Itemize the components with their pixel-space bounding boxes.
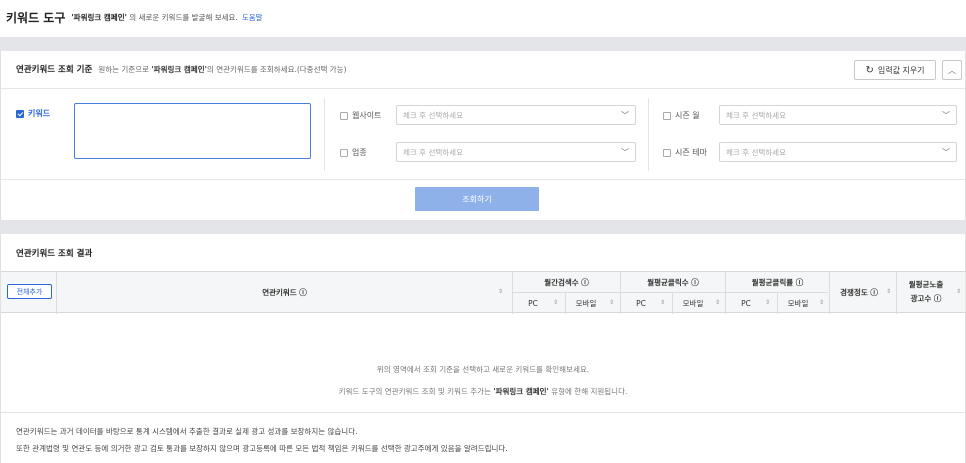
season-month-checkbox[interactable]: 시즌 월 — [663, 110, 700, 121]
sort-icon[interactable]: ⇕ — [553, 299, 558, 306]
column-header-competition[interactable]: 경쟁정도 ⓘ — [830, 272, 888, 313]
checkbox-icon — [663, 148, 671, 157]
section-separator — [0, 220, 966, 234]
reset-inputs-label: 입력값 지우기 — [877, 65, 925, 75]
search-desc-post: 의 연관키워드를 조회하세요.(다중선택 가능) — [206, 64, 347, 74]
search-criteria-header: 연관키워드 조회 기준 원하는 기준으로 '파워링크 캠페인'의 연관키워드를 … — [16, 63, 347, 76]
column-header-clicks-mobile[interactable]: 모바일 — [673, 293, 713, 313]
sort-icon[interactable]: ⇕ — [819, 299, 824, 306]
column-header-avg-ads-label2: 광고수 ⓘ — [910, 293, 942, 303]
column-header-avg-ads-label1: 월평균노출 — [908, 279, 944, 289]
column-header-avg-ctr: 월평균클릭률 ⓘ — [726, 272, 829, 292]
column-divider — [324, 98, 325, 171]
chevron-down-icon: ﹀ — [621, 148, 629, 157]
page-header: 키워드 도구 '파워링크 캠페인' 의 새로운 키워드를 발굴해 보세요. 도움… — [6, 6, 263, 28]
column-header-search-mobile-label: 모바일 — [575, 298, 597, 308]
campaign-type-name: '파워링크 캠페인' — [71, 12, 127, 22]
reset-icon: ↻ — [865, 64, 874, 76]
results-panel: 연관키워드 조회 결과 전체추가 연관키워드 ⓘ ⇕ 월간검색수 ⓘ PC ⇕ … — [0, 234, 966, 463]
divider — [1, 179, 965, 180]
column-header-keyword-label: 연관키워드 ⓘ — [262, 288, 307, 297]
help-link[interactable]: 도움말 — [242, 12, 263, 23]
sort-icon[interactable]: ⇕ — [765, 299, 770, 306]
notice-line: 연관키워드는 과거 데이터를 바탕으로 통계 시스템에서 추출한 결과로 실제 … — [16, 427, 358, 436]
search-criteria-title: 연관키워드 조회 기준 — [16, 65, 93, 75]
keyword-input[interactable] — [74, 103, 311, 159]
empty-message-pre: 키워드 도구의 연관키워드 조회 및 키워드 추가는 — [338, 387, 494, 396]
column-header-search-pc-label: PC — [528, 298, 538, 308]
season-month-select-placeholder: 체크 후 선택하세요 — [726, 110, 786, 120]
page-description-text: 의 새로운 키워드를 발굴해 보세요. — [126, 12, 238, 22]
column-divider — [648, 98, 649, 171]
checkbox-icon — [340, 148, 348, 157]
empty-message-campaign: '파워링크 캠페인' — [493, 387, 549, 396]
column-header-avg-clicks-label: 월평균클릭수 ⓘ — [647, 277, 699, 287]
page-description: '파워링크 캠페인' 의 새로운 키워드를 발굴해 보세요. — [71, 12, 237, 23]
search-criteria-panel: 연관키워드 조회 기준 원하는 기준으로 '파워링크 캠페인'의 연관키워드를 … — [0, 51, 966, 220]
keyword-label: 키워드 — [28, 109, 51, 118]
page-title: 키워드 도구 — [6, 10, 66, 25]
season-theme-label: 시즌 테마 — [675, 148, 707, 157]
checkbox-icon — [340, 111, 348, 120]
empty-message-line2: 키워드 도구의 연관키워드 조회 및 키워드 추가는 '파워링크 캠페인' 유형… — [1, 386, 965, 397]
reset-inputs-button[interactable]: ↻ 입력값 지우기 — [854, 60, 936, 80]
sort-icon[interactable]: ⇕ — [660, 299, 665, 306]
industry-select[interactable]: 체크 후 선택하세요 ﹀ — [396, 142, 636, 162]
column-header-ctr-pc-label: PC — [741, 298, 751, 308]
website-label: 웹사이트 — [352, 111, 382, 120]
season-theme-select-placeholder: 체크 후 선택하세요 — [726, 147, 786, 157]
column-header-search-mobile[interactable]: 모바일 — [566, 293, 606, 313]
column-header-avg-ads-line2[interactable]: 광고수 ⓘ — [897, 290, 955, 306]
column-header-monthly-search: 월간검색수 ⓘ — [513, 272, 620, 292]
divider — [1, 88, 965, 89]
empty-message-post: 유형에 한해 지원됩니다. — [548, 387, 628, 396]
season-month-select[interactable]: 체크 후 선택하세요 ﹀ — [719, 105, 957, 125]
website-checkbox[interactable]: 웹사이트 — [340, 110, 381, 121]
sort-icon[interactable]: ⇕ — [498, 288, 503, 295]
search-button[interactable]: 조회하기 — [415, 187, 539, 211]
season-month-label: 시즌 월 — [675, 111, 700, 120]
keyword-checkbox[interactable]: 키워드 — [16, 108, 50, 119]
column-header-ctr-pc[interactable]: PC — [726, 293, 766, 313]
add-all-button[interactable]: 전체추가 — [7, 284, 52, 299]
checkbox-checked-icon — [16, 109, 24, 118]
sort-icon[interactable]: ⇕ — [609, 299, 614, 306]
checkbox-icon — [663, 111, 671, 120]
column-header-clicks-mobile-label: 모바일 — [682, 298, 704, 308]
section-separator — [0, 37, 966, 51]
sort-icon[interactable]: ⇕ — [715, 299, 720, 306]
chevron-down-icon: ﹀ — [621, 111, 629, 120]
notice-line: 또한 관계법령 및 연관도 등에 의거한 광고 검토 통과를 보장하지 않으며 … — [16, 444, 508, 453]
industry-checkbox[interactable]: 업종 — [340, 147, 367, 158]
column-header-ctr-mobile[interactable]: 모바일 — [778, 293, 818, 313]
column-header-clicks-pc[interactable]: PC — [621, 293, 661, 313]
industry-label: 업종 — [352, 148, 367, 157]
column-header-competition-label: 경쟁정도 ⓘ — [840, 288, 878, 297]
chevron-up-icon: ︿ — [948, 65, 956, 75]
season-theme-checkbox[interactable]: 시즌 테마 — [663, 147, 707, 158]
season-theme-select[interactable]: 체크 후 선택하세요 ﹀ — [719, 142, 957, 162]
column-header-search-pc[interactable]: PC — [513, 293, 553, 313]
search-desc-campaign: '파워링크 캠페인' — [151, 64, 207, 74]
results-title: 연관키워드 조회 결과 — [16, 249, 93, 259]
chevron-down-icon: ﹀ — [942, 148, 950, 157]
search-criteria-description: 원하는 기준으로 '파워링크 캠페인'의 연관키워드를 조회하세요.(다중선택 … — [98, 64, 346, 75]
search-desc-pre: 원하는 기준으로 — [98, 64, 152, 74]
column-header-ctr-mobile-label: 모바일 — [787, 298, 809, 308]
column-header-avg-clicks: 월평균클릭수 ⓘ — [621, 272, 725, 292]
website-select[interactable]: 체크 후 선택하세요 ﹀ — [396, 105, 636, 125]
chevron-down-icon: ﹀ — [942, 111, 950, 120]
industry-select-placeholder: 체크 후 선택하세요 — [403, 147, 463, 157]
results-table-header: 전체추가 연관키워드 ⓘ ⇕ 월간검색수 ⓘ PC ⇕ 모바일 ⇕ 월평균클릭수… — [1, 271, 965, 314]
notice-area: 연관키워드는 과거 데이터를 바탕으로 통계 시스템에서 추출한 결과로 실제 … — [1, 412, 965, 463]
sort-icon[interactable]: ⇕ — [956, 288, 961, 295]
collapse-button[interactable]: ︿ — [942, 60, 962, 80]
column-header-clicks-pc-label: PC — [636, 298, 646, 308]
column-header-avg-ctr-label: 월평균클릭률 ⓘ — [751, 277, 804, 287]
empty-message-line1: 위의 영역에서 조회 기준을 선택하고 새로운 키워드를 확인해보세요. — [376, 365, 590, 374]
column-header-keyword[interactable]: 연관키워드 ⓘ — [57, 272, 512, 313]
website-select-placeholder: 체크 후 선택하세요 — [403, 110, 463, 120]
sort-icon[interactable]: ⇕ — [886, 288, 891, 295]
column-header-monthly-search-label: 월간검색수 ⓘ — [544, 277, 589, 287]
